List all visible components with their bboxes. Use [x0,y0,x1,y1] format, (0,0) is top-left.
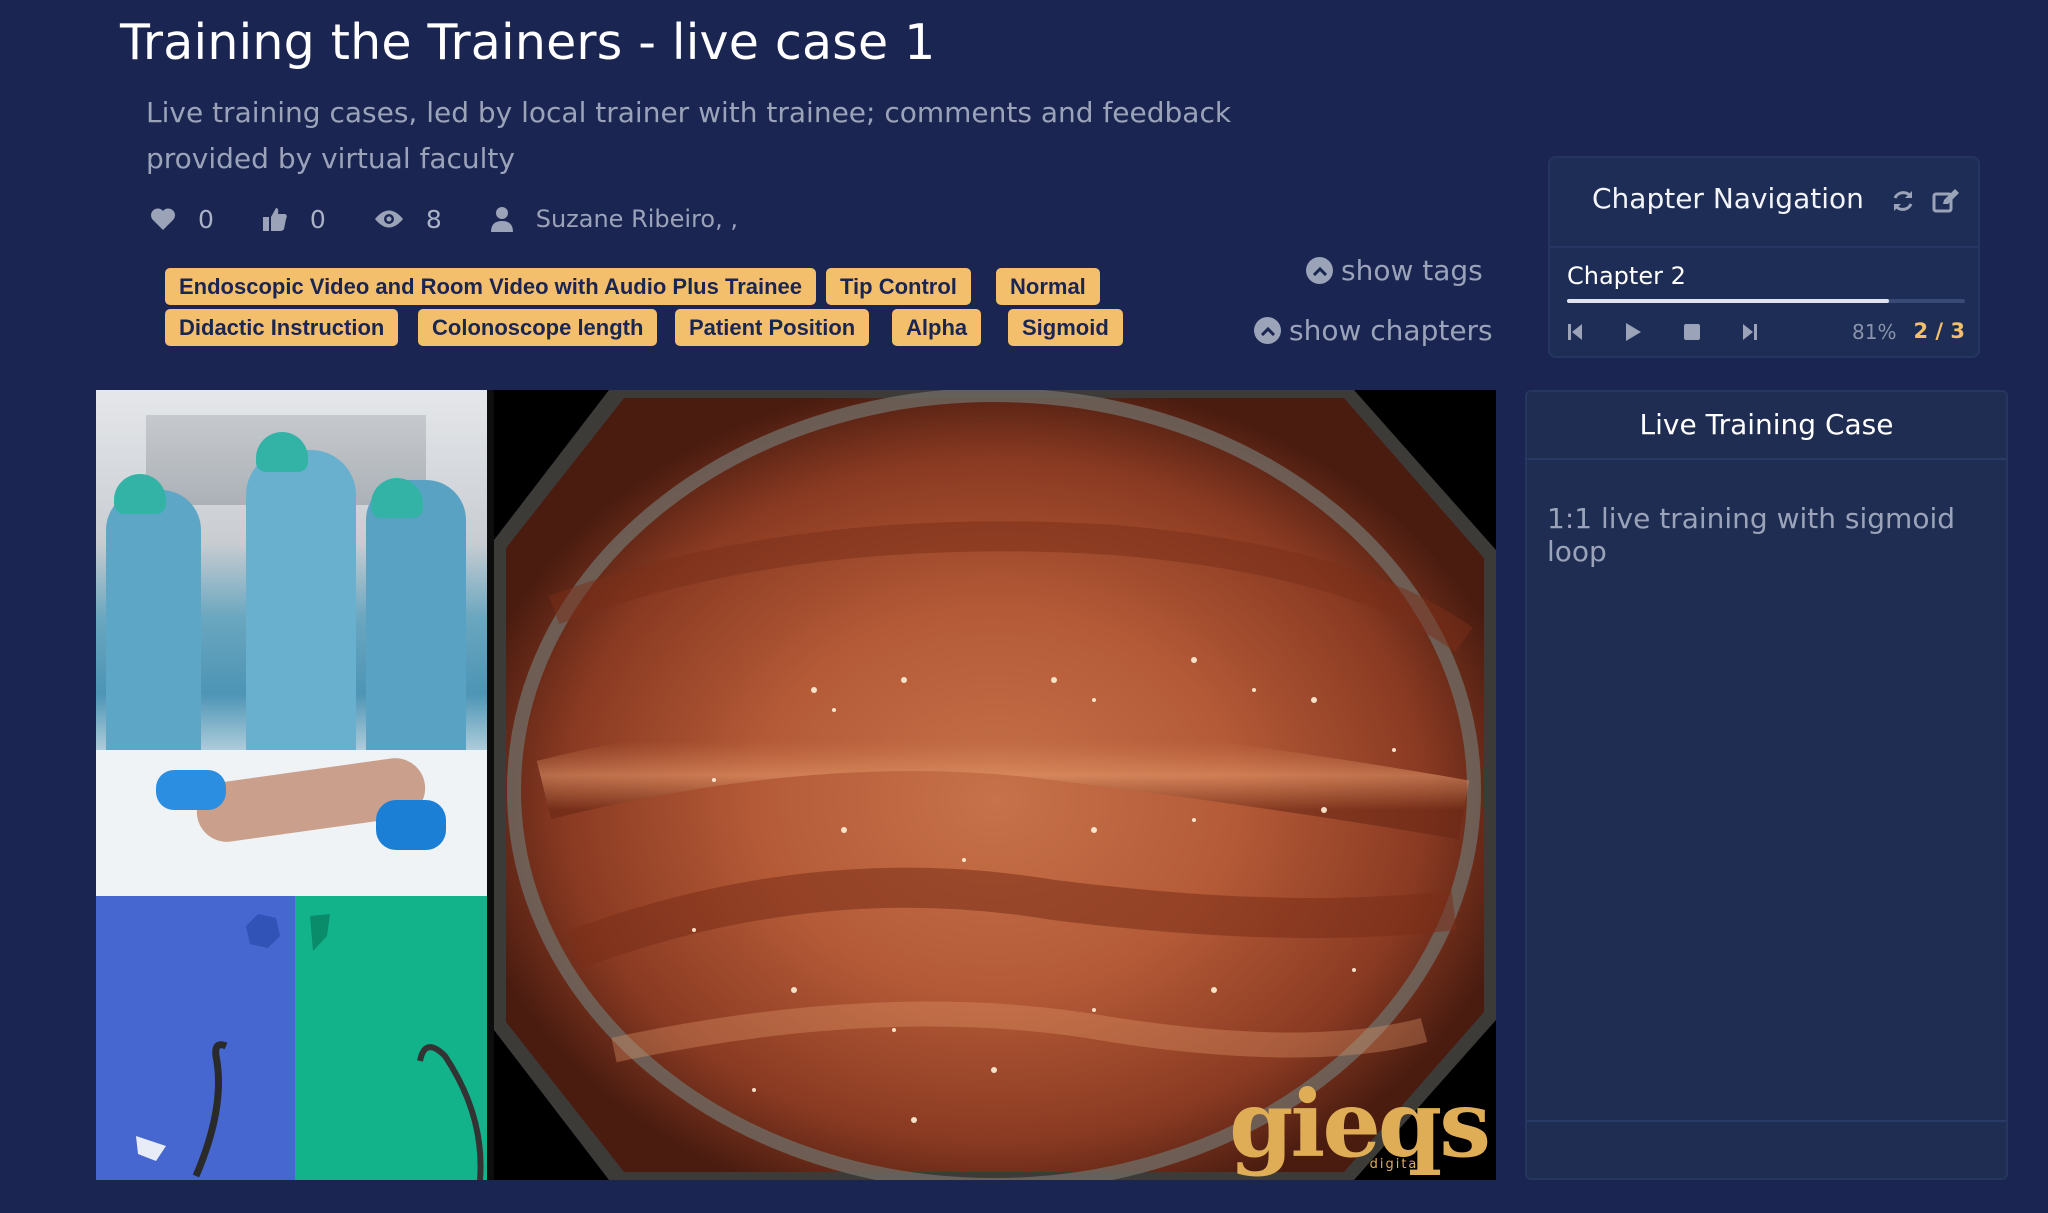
case-info-title: Live Training Case [1527,392,2006,460]
scope-position-view [295,896,487,1180]
tag-chip[interactable]: Normal [996,268,1100,305]
tag-chip[interactable]: Tip Control [826,268,971,305]
chevron-up-icon [1306,257,1333,284]
heart-icon [150,208,176,230]
tag-chip[interactable]: Colonoscope length [418,309,658,346]
stop-icon[interactable] [1683,323,1701,341]
eye-icon [374,210,403,228]
author-stat[interactable]: Suzane Ribeiro, , [490,205,738,233]
tag-chip[interactable]: Sigmoid [1008,309,1123,346]
skip-back-icon[interactable] [1567,322,1583,342]
thumbs-up-stat[interactable]: 0 [262,205,326,234]
chapter-navigation-header: Chapter Navigation [1550,158,1978,248]
refresh-icon[interactable] [1890,188,1916,218]
chapter-controls: 81% 2 / 3 [1567,314,1965,350]
author-name: Suzane Ribeiro, , [535,205,738,233]
stats-bar: 0 0 8 Suzane Ribeiro, , [150,200,786,238]
play-icon[interactable] [1624,322,1642,342]
case-info-body: 1:1 live training with sigmoid loop [1547,502,1955,568]
show-chapters-label: show chapters [1289,314,1493,347]
chapter-progress-percent: 81% [1852,320,1897,344]
chevron-up-icon [1254,317,1281,344]
chapter-progress-fill [1567,299,1890,303]
video-player[interactable]: gieqs digital [96,390,1496,1180]
thumbs-up-icon [262,208,287,231]
chapter-navigation-title: Chapter Navigation [1592,182,1864,215]
tag-chip[interactable]: Alpha [892,309,982,346]
page-title: Training the Trainers - live case 1 [120,14,936,71]
show-tags-label: show tags [1341,254,1483,287]
skip-forward-icon[interactable] [1742,322,1758,342]
chapter-progress-bar[interactable] [1567,299,1965,303]
likes-stat[interactable]: 0 [150,205,214,234]
endoscope-view [494,390,1496,1180]
show-chapters-toggle[interactable]: show chapters [1254,314,1493,347]
tag-chip[interactable]: Patient Position [675,309,870,346]
watermark-subtext: digital [1369,1157,1424,1172]
watermark-text: gieqs [1229,1070,1491,1178]
page-description: Live training cases, led by local traine… [146,96,1232,175]
current-chapter-name: Chapter 2 [1567,262,1686,290]
show-tags-toggle[interactable]: show tags [1306,254,1483,287]
likes-count: 0 [198,204,214,234]
chapter-navigation-card: Chapter Navigation Chapter 2 81% 2 / 3 [1548,156,1980,358]
views-stat: 8 [374,205,442,234]
views-count: 8 [425,204,442,234]
tag-chip[interactable]: Endoscopic Video and Room Video with Aud… [165,268,817,305]
thumbs-up-count: 0 [309,204,326,234]
scope-guide-view [96,896,295,1180]
user-icon [490,207,513,232]
tag-chip[interactable]: Didactic Instruction [165,309,399,346]
room-camera-view [96,390,487,896]
edit-icon[interactable] [1932,188,1960,218]
case-info-panel: Live Training Case 1:1 live training wit… [1525,390,2008,1180]
gieqs-logo: gieqs digital [1229,1070,1491,1178]
chapter-count: 2 / 3 [1913,319,1965,343]
